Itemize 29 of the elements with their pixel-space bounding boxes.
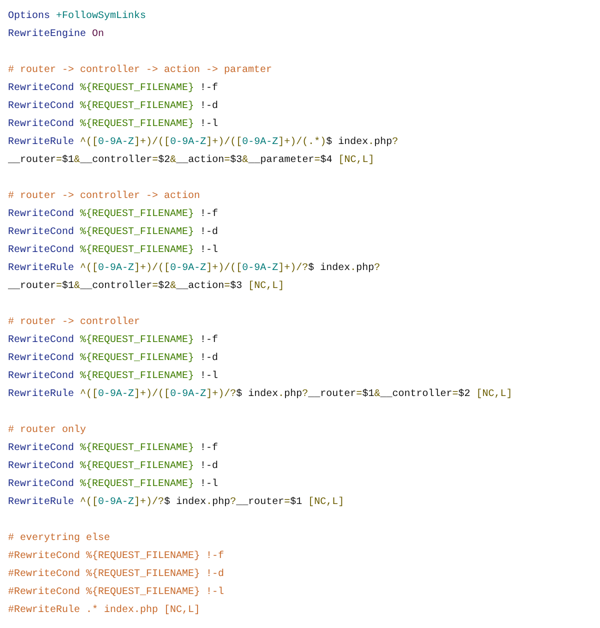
code-line: __router=$1&__controller=$2&__action=$3&__parameter=$4 [NC,L] — [8, 154, 374, 168]
code-line: #RewriteRule .* index.php [NC,L] — [8, 604, 200, 618]
code-line: RewriteCond %{REQUEST_FILENAME} !-f — [8, 442, 218, 456]
code-line: RewriteRule ^([0-9A-Z]+)/([0-9A-Z]+)/([0-9A-Z]+)/(.*)$ index.php? — [8, 136, 398, 150]
code-line: RewriteCond %{REQUEST_FILENAME} !-f — [8, 208, 218, 222]
code-line: RewriteCond %{REQUEST_FILENAME} !-l — [8, 244, 218, 258]
code-line: # router -> controller — [8, 316, 140, 330]
code-line: RewriteCond %{REQUEST_FILENAME} !-d — [8, 460, 218, 474]
code-line: RewriteCond %{REQUEST_FILENAME} !-f — [8, 82, 218, 96]
code-line: RewriteCond %{REQUEST_FILENAME} !-d — [8, 226, 218, 240]
code-line: # router only — [8, 424, 86, 438]
code-line: # router -> controller -> action -> paramter — [8, 64, 272, 78]
code-line: RewriteRule ^([0-9A-Z]+)/?$ index.php?__router=$1 [NC,L] — [8, 496, 344, 510]
code-line: RewriteCond %{REQUEST_FILENAME} !-l — [8, 478, 218, 492]
code-line: # everytring else — [8, 532, 110, 546]
code-line: RewriteCond %{REQUEST_FILENAME} !-d — [8, 352, 218, 366]
code-line: RewriteCond %{REQUEST_FILENAME} !-l — [8, 118, 218, 132]
code-line: Options +FollowSymLinks — [8, 10, 146, 24]
code-line: #RewriteCond %{REQUEST_FILENAME} !-l — [8, 586, 224, 600]
code-line: RewriteRule ^([0-9A-Z]+)/([0-9A-Z]+)/([0-9A-Z]+)/?$ index.php? — [8, 262, 380, 276]
code-line: #RewriteCond %{REQUEST_FILENAME} !-f — [8, 550, 224, 564]
code-line: RewriteCond %{REQUEST_FILENAME} !-l — [8, 370, 218, 384]
code-line: RewriteCond %{REQUEST_FILENAME} !-f — [8, 334, 218, 348]
code-line: RewriteEngine On — [8, 28, 104, 42]
code-line: RewriteCond %{REQUEST_FILENAME} !-d — [8, 100, 218, 114]
code-line: __router=$1&__controller=$2&__action=$3 [NC,L] — [8, 280, 284, 294]
code-line: #RewriteCond %{REQUEST_FILENAME} !-d — [8, 568, 224, 582]
code-line: RewriteRule ^([0-9A-Z]+)/([0-9A-Z]+)/?$ index.php?__router=$1&__controller=$2 [NC,L] — [8, 388, 512, 402]
code-line: # router -> controller -> action — [8, 190, 200, 204]
